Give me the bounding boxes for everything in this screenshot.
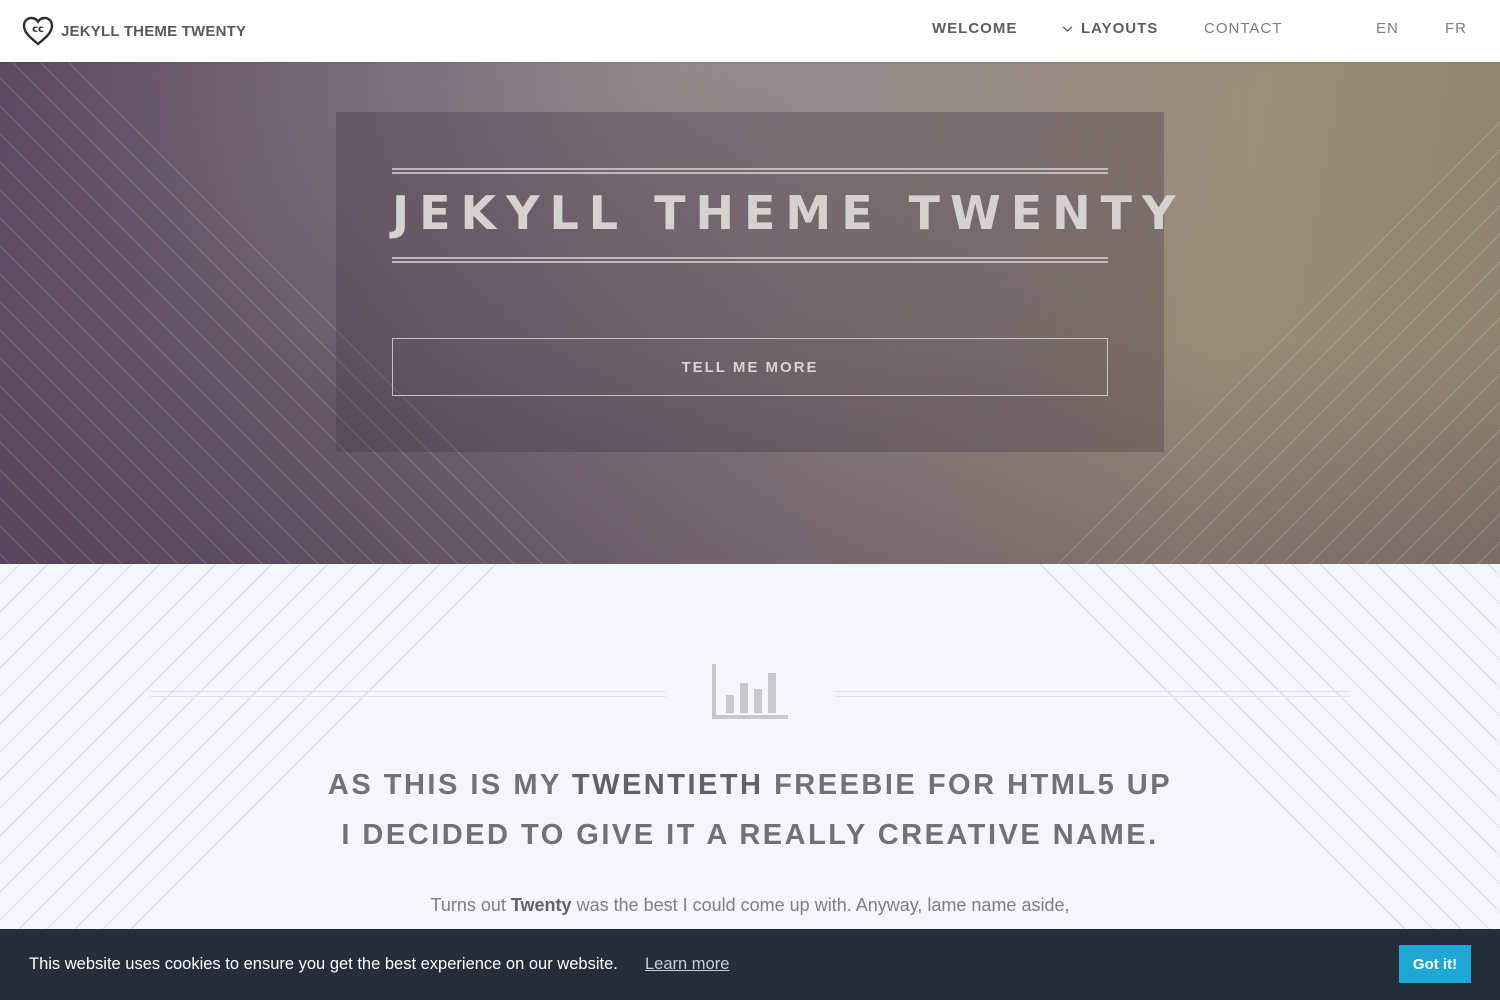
divider-right [835,691,1350,697]
decorative-line [1197,261,1500,564]
nav-layouts[interactable]: LAYOUTS [1062,20,1158,37]
decorative-line [1421,485,1500,564]
decorative-line [1309,373,1500,564]
decorative-line [1281,345,1500,564]
decorative-line [0,273,291,564]
headline-bold: TWENTIETH [571,769,764,801]
decorative-line [1225,289,1500,564]
intro-paragraph: Turns out Twenty was the best I could co… [300,889,1200,921]
headline-part1: AS THIS IS MY [327,769,572,801]
divider-left [150,691,666,697]
site-header: cc JEKYLL THEME TWENTY WELCOME LAYOUTS C… [0,0,1500,62]
nav-welcome[interactable]: WELCOME [932,20,1017,37]
headline-part2: FREEBIE FOR HTML5 UP [763,769,1173,801]
hero-rule-bottom [392,257,1108,263]
decorative-line [1113,177,1500,564]
decorative-line [0,413,151,564]
heart-cc-logo-icon: cc [22,16,54,46]
lang-fr[interactable]: FR [1445,20,1467,37]
cookie-learn-more-link[interactable]: Learn more [645,955,729,974]
hero-content-box: JEKYLL THEME TWENTY TELL ME MORE [336,112,1186,452]
site-logo[interactable]: cc JEKYLL THEME TWENTY [22,15,246,47]
decorative-line [1337,401,1500,564]
svg-text:cc: cc [32,24,44,35]
decorative-line [0,329,235,564]
body-part1: Turns out [430,895,511,915]
lang-en[interactable]: EN [1376,20,1399,37]
body-bold: Twenty [510,895,572,915]
headline-line2: I DECIDED TO GIVE IT A REALLY CREATIVE N… [341,819,1159,851]
decorative-line [1449,513,1500,564]
decorative-line [0,217,347,564]
nav-contact[interactable]: CONTACT [1204,20,1282,37]
hero-rule-top [392,168,1108,174]
hero-banner: JEKYLL THEME TWENTY TELL ME MORE [0,62,1500,564]
cookie-message: This website uses cookies to ensure you … [29,955,618,973]
decorative-line [0,553,11,564]
decorative-line [1365,429,1500,564]
decorative-line [1253,317,1500,564]
decorative-line [1141,205,1500,564]
decorative-line [1169,233,1500,564]
bar-chart-icon [712,664,788,719]
body-part2: was the best I could come up with. Anywa… [571,895,1070,915]
tell-me-more-button[interactable]: TELL ME MORE [392,338,1108,396]
cookie-banner: This website uses cookies to ensure you … [0,929,1500,1000]
nav-layouts-label: LAYOUTS [1081,20,1159,37]
logo-text: JEKYLL THEME TWENTY [61,22,247,40]
hero-title: JEKYLL THEME TWENTY [392,186,1186,240]
cookie-accept-button[interactable]: Got it! [1399,945,1471,983]
chevron-down-icon [1062,26,1073,32]
decorative-line [0,497,67,564]
intro-headline: AS THIS IS MY TWENTIETH FREEBIE FOR HTML… [250,760,1250,860]
